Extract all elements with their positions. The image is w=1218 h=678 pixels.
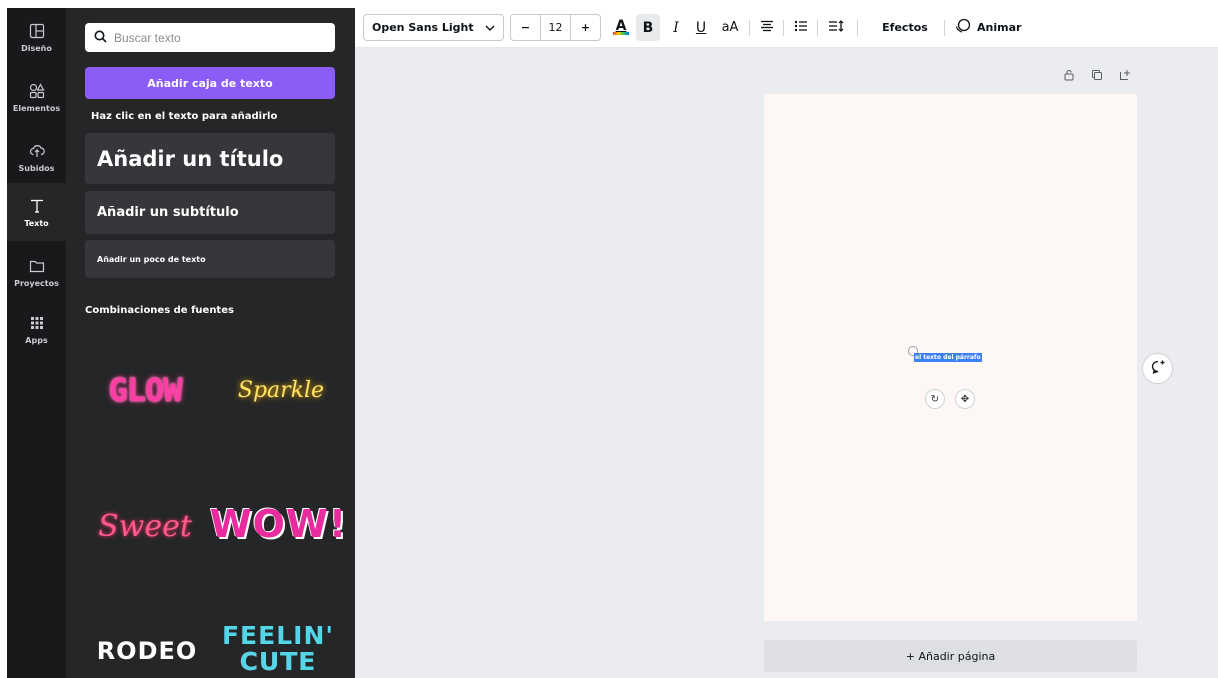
shapes-icon <box>27 81 47 101</box>
add-title-card[interactable]: Añadir un título <box>85 133 335 184</box>
decrease-size-button[interactable]: − <box>511 21 540 34</box>
font-family-value: Open Sans Light <box>372 21 474 34</box>
preset-wow[interactable]: WOW! <box>210 492 346 556</box>
rail-item-proyectos[interactable]: Proyectos <box>7 243 66 301</box>
rail-label: Texto <box>24 219 49 228</box>
align-center-icon <box>760 20 774 36</box>
font-size-input[interactable]: 12 <box>540 15 571 40</box>
grid-icon <box>27 313 47 333</box>
effects-button[interactable]: Efectos <box>875 14 935 41</box>
add-text-box-button[interactable]: Añadir caja de texto <box>85 67 335 99</box>
text-panel: Buscar texto Añadir caja de texto Haz cl… <box>66 8 355 678</box>
font-family-select[interactable]: Open Sans Light <box>363 14 504 41</box>
rotate-button[interactable]: ↻ <box>925 389 945 409</box>
add-comment-button[interactable] <box>1142 353 1173 384</box>
cloud-upload-icon <box>27 141 47 161</box>
design-page[interactable]: el texto del párrafo ↻ ✥ <box>764 94 1137 621</box>
toolbar-divider <box>817 20 818 36</box>
rail-item-texto[interactable]: Texto <box>7 183 66 241</box>
preset-rodeo[interactable]: RODEO <box>92 628 202 674</box>
toolbar-divider <box>783 20 784 36</box>
letter-case-button[interactable]: aA <box>718 14 742 41</box>
list-icon <box>794 20 808 36</box>
move-icon: ✥ <box>960 393 970 405</box>
duplicate-page-icon[interactable] <box>1090 68 1104 82</box>
text-color-icon: A <box>613 18 629 35</box>
animate-button[interactable]: Animar <box>955 14 1025 41</box>
add-page-button[interactable]: + Añadir página <box>764 640 1137 672</box>
font-combinations-heading: Combinaciones de fuentes <box>85 305 234 316</box>
chevron-down-icon <box>485 21 495 34</box>
preset-feelin-cute[interactable]: FEELIN' CUTE <box>221 620 335 678</box>
text-icon <box>27 196 47 216</box>
comment-icon <box>1150 359 1166 379</box>
selected-text-element[interactable]: el texto del párrafo <box>914 353 982 362</box>
preset-feelin-line1: FEELIN' <box>221 621 335 650</box>
font-size-stepper: − 12 + <box>510 14 601 41</box>
add-body-text-card[interactable]: Añadir un poco de texto <box>85 240 335 278</box>
rail-label: Apps <box>25 336 48 345</box>
toolbar-divider <box>944 20 945 36</box>
rotate-icon: ↻ <box>930 393 940 405</box>
preset-sparkle[interactable]: Sparkle <box>226 360 336 420</box>
search-input[interactable]: Buscar texto <box>85 23 335 52</box>
preset-sweet[interactable]: Sweet <box>90 496 200 556</box>
editor-window: Diseño Elementos Subidos Texto Proyectos <box>0 0 1218 678</box>
canvas-area: el texto del párrafo ↻ ✥ + Añadir página <box>355 48 1218 678</box>
rail-item-apps[interactable]: Apps <box>7 300 66 358</box>
rail-item-elementos[interactable]: Elementos <box>7 68 66 126</box>
rail-label: Diseño <box>21 44 52 53</box>
toolbar-divider <box>749 20 750 36</box>
spacing-button[interactable] <box>824 14 848 41</box>
align-button[interactable] <box>755 14 779 41</box>
folder-icon <box>27 256 47 276</box>
add-subtitle-card[interactable]: Añadir un subtítulo <box>85 191 335 234</box>
add-page-icon[interactable] <box>1118 68 1132 82</box>
rail-label: Proyectos <box>14 279 59 288</box>
increase-size-button[interactable]: + <box>571 21 600 34</box>
search-placeholder: Buscar texto <box>114 30 181 45</box>
rail-label: Subidos <box>18 164 55 173</box>
page-actions <box>1062 68 1132 82</box>
rail-label: Elementos <box>12 104 61 113</box>
underline-button[interactable]: U <box>689 14 713 41</box>
animate-label: Animar <box>977 21 1022 34</box>
layout-icon <box>27 21 47 41</box>
move-button[interactable]: ✥ <box>955 389 975 409</box>
search-icon <box>94 28 107 47</box>
bold-button[interactable]: B <box>636 14 660 41</box>
rail-item-diseno[interactable]: Diseño <box>7 8 66 66</box>
animate-icon <box>955 18 971 37</box>
panel-hint: Haz clic en el texto para añadirlo <box>91 111 278 122</box>
text-color-glyph: A <box>615 18 627 34</box>
toolbar-divider <box>857 20 858 36</box>
text-toolbar: Open Sans Light − 12 + A B I U aA Efecto… <box>355 8 1218 48</box>
lock-icon[interactable] <box>1062 68 1076 82</box>
preset-glow[interactable]: GLOW <box>90 360 200 420</box>
preset-feelin-line2: CUTE <box>239 647 317 676</box>
line-spacing-icon <box>828 19 844 36</box>
rail-item-subidos[interactable]: Subidos <box>7 128 66 186</box>
list-button[interactable] <box>789 14 813 41</box>
text-color-button[interactable]: A <box>609 14 633 41</box>
icon-rail: Diseño Elementos Subidos Texto Proyectos <box>7 8 66 678</box>
italic-button[interactable]: I <box>664 14 688 41</box>
